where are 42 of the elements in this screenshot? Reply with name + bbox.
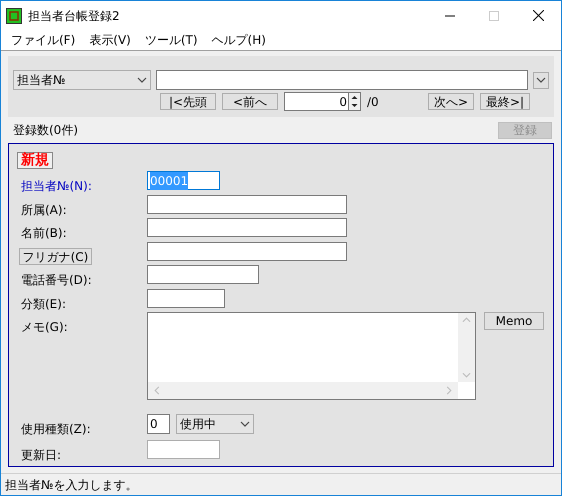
close-icon[interactable] (533, 10, 544, 21)
window-title: 担当者台帳登録2 (28, 8, 120, 24)
menu-item[interactable]: 表示(V) (85, 31, 135, 49)
nav-button[interactable]: |<先頭 (160, 93, 216, 110)
nav-button[interactable]: <前へ (222, 93, 278, 110)
search-key-dropdown[interactable]: 担当者№ (13, 70, 151, 90)
chevron-down-icon (136, 77, 147, 83)
input-field[interactable] (147, 265, 259, 284)
record-count: 登録数(0件) (13, 122, 78, 139)
usage-dropdown[interactable]: 使用中 (176, 414, 254, 434)
field-label: 担当者№(N): (21, 179, 92, 193)
field-label: メモ(G): (21, 320, 68, 334)
page-total: /0 (367, 94, 379, 110)
memo-button[interactable]: Memo (484, 312, 544, 330)
field-label: 所属(A): (21, 202, 67, 216)
new-record-badge: 新規 (17, 152, 53, 169)
input-field[interactable]: 0 (147, 414, 170, 434)
nav-button[interactable]: 次へ> (428, 93, 474, 110)
menu-item[interactable]: ツール(T) (140, 31, 202, 49)
furigana-button[interactable]: フリガナ(C) (19, 248, 92, 265)
page-field[interactable]: 0 (284, 92, 348, 111)
menu-item[interactable]: ヘルプ(H) (208, 31, 270, 49)
app-icon (6, 8, 22, 24)
input-field[interactable] (147, 242, 347, 260)
input-field[interactable] (147, 288, 225, 308)
chevron-down-icon (536, 77, 546, 83)
input-field[interactable] (147, 218, 347, 237)
field-label: 使用種類(Z): (21, 422, 91, 436)
memo-area[interactable] (147, 312, 476, 400)
chevron-down-icon (240, 421, 250, 427)
spinner-icon[interactable] (348, 92, 361, 111)
field-label: 分類(E): (21, 296, 66, 310)
dropdown-button[interactable] (533, 72, 549, 88)
field-label: 更新日: (21, 448, 62, 462)
search-field[interactable] (156, 70, 528, 90)
status-text: 担当者№を入力します。 (5, 476, 138, 494)
field-label: 電話番号(D): (21, 273, 92, 287)
menu-item[interactable]: ファイル(F) (7, 31, 80, 49)
input-field[interactable] (147, 194, 347, 214)
nav-button[interactable]: 最終>| (480, 93, 530, 110)
field-label: 名前(B): (21, 226, 67, 240)
field-value: 00001 (150, 172, 188, 190)
